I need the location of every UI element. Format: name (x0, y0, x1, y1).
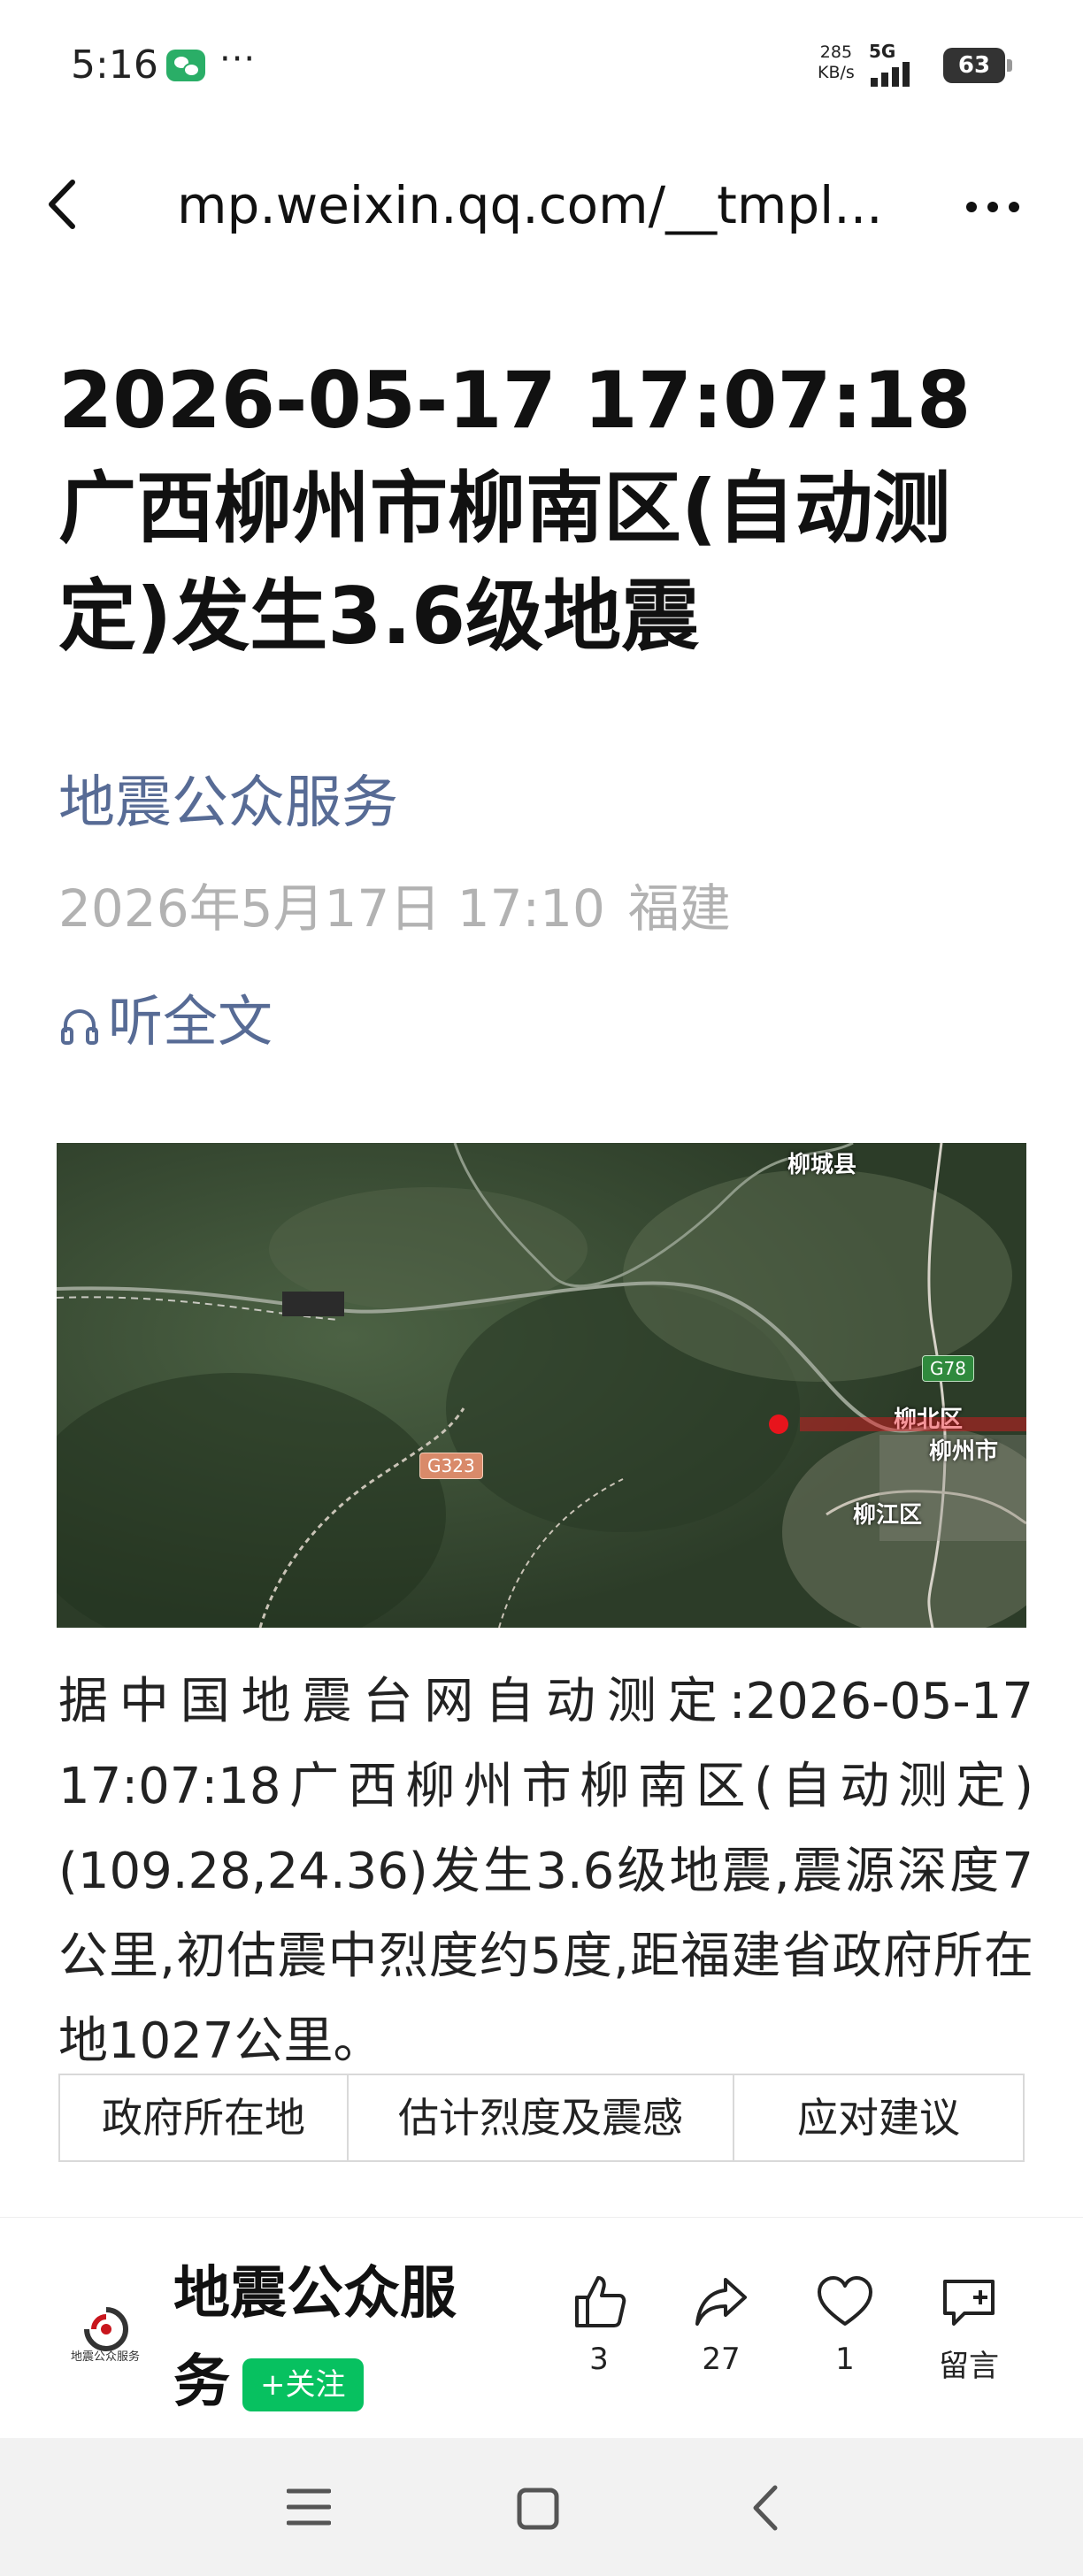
map-label-liucheng: 柳城县 (787, 1152, 857, 1178)
favorite-button[interactable]: 1 (796, 2271, 894, 2377)
status-time: 5:16 (71, 42, 158, 88)
listen-label: 听全文 (108, 989, 273, 1054)
signal-icon (871, 60, 922, 87)
back-icon[interactable] (39, 175, 92, 234)
share-button[interactable]: 27 (672, 2271, 770, 2377)
battery-icon: 63 (943, 48, 1012, 83)
more-options-icon[interactable] (963, 177, 1025, 242)
home-icon[interactable] (517, 2488, 559, 2530)
status-bar: 5:16 ··· 285 KB/s 5G 63 (0, 0, 1083, 133)
more-notifications-icon: ··· (219, 39, 257, 80)
comment-button[interactable]: 留言 (920, 2271, 1018, 2385)
heart-icon (818, 2276, 872, 2326)
network-speed: 285 KB/s (818, 42, 855, 83)
table-header-cell: 应对建议 (733, 2074, 1025, 2162)
menu-icon[interactable] (287, 2488, 331, 2526)
map-road-g78: G78 (922, 1355, 974, 1382)
satellite-map-image: 柳城县 G78 柳北区 柳州市 G323 柳江区 (57, 1143, 1026, 1628)
network-speed-unit: KB/s (818, 63, 855, 82)
map-label-liuzhou: 柳州市 (929, 1438, 999, 1465)
network-speed-value: 285 (819, 42, 853, 62)
like-button[interactable]: 3 (550, 2271, 648, 2377)
article-title: 2026-05-17 17:07:18 广西柳州市柳南区(自动测定)发生3.6级… (58, 355, 972, 662)
account-name-link[interactable]: 地震公众服务 (58, 757, 398, 839)
map-road-g323: G323 (419, 1453, 483, 1479)
share-icon (695, 2278, 747, 2326)
info-table: 政府所在地 估计烈度及震感 应对建议 (58, 2074, 1025, 2162)
comment-icon (943, 2280, 995, 2326)
table-header-cell: 政府所在地 (58, 2074, 349, 2162)
account-logo-text: 地震公众服务 (70, 2350, 140, 2364)
table-header-cell: 估计烈度及震感 (347, 2074, 734, 2162)
browser-nav-bar: mp.weixin.qq.com/__tmpl... (0, 150, 1083, 260)
system-nav-bar (0, 2438, 1083, 2576)
listen-full-text-button[interactable]: 听全文 (58, 977, 273, 1056)
article-meta: 2026年5月17日 17:10 福建 (58, 867, 731, 941)
page-url[interactable]: mp.weixin.qq.com/__tmpl... (177, 175, 902, 235)
like-count: 3 (589, 2342, 609, 2377)
follow-button[interactable]: +关注 (242, 2358, 364, 2412)
bottom-account-name[interactable]: 地震公众服务 +关注 (173, 2250, 510, 2426)
network-type: 5G (869, 41, 896, 62)
publish-location: 福建 (627, 878, 731, 939)
favorite-count: 1 (835, 2342, 855, 2377)
map-label-liujiang: 柳江区 (853, 1502, 923, 1529)
article-body-paragraph: 据中国地震台网自动测定:2026-05-17 17:07:18广西柳州市柳南区(… (58, 1673, 1033, 2070)
table-header-row: 政府所在地 估计烈度及震感 应对建议 (58, 2074, 1025, 2162)
publish-date: 2026年5月17日 17:10 (58, 878, 605, 939)
share-count: 27 (702, 2342, 741, 2377)
bottom-action-bar: 地震公众服务 地震公众服务 +关注 3 27 1 留言 (0, 2217, 1083, 2439)
wechat-notification-icon (166, 50, 205, 81)
headphones-icon (61, 1008, 98, 1045)
comment-label: 留言 (939, 2349, 999, 2384)
back-nav-icon[interactable] (749, 2484, 784, 2532)
thumbs-up-icon (575, 2276, 626, 2327)
